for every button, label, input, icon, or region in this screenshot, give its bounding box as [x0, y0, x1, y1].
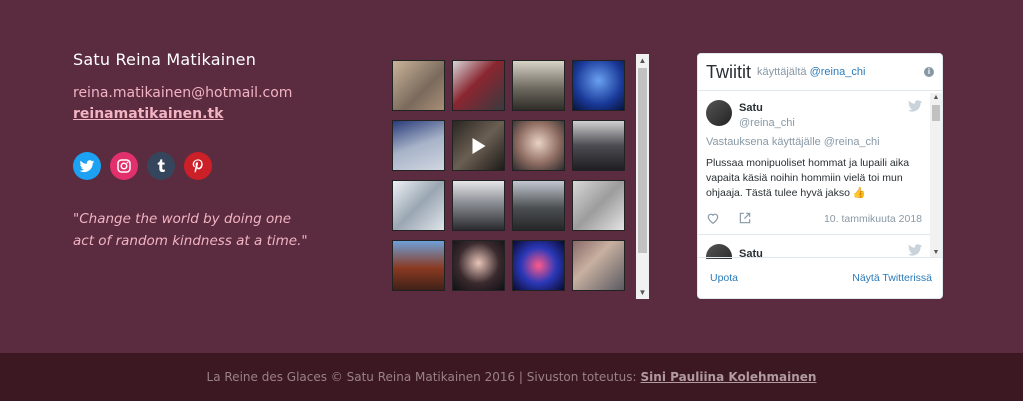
share-icon[interactable]	[738, 211, 752, 225]
tweet-divider	[698, 234, 930, 235]
twitter-title[interactable]: Twiitit	[706, 62, 751, 83]
photo-thumbnail[interactable]	[512, 180, 565, 231]
video-thumbnail[interactable]	[452, 120, 505, 171]
twitter-widget: Twiitit käyttäjältä @reina_chi i Satu @r…	[697, 53, 943, 299]
photo-thumbnail[interactable]	[452, 60, 505, 111]
twitter-by-prefix: käyttäjältä	[757, 66, 807, 78]
social-links	[73, 152, 333, 180]
view-on-twitter-link[interactable]: Näytä Twitterissä	[852, 272, 932, 284]
twitter-scrollbar[interactable]: ▲ ▼	[930, 93, 942, 257]
photo-thumbnail[interactable]	[392, 60, 445, 111]
scroll-down-icon[interactable]: ▼	[636, 286, 649, 299]
twitter-header: Twiitit käyttäjältä @reina_chi i	[698, 54, 942, 91]
heart-icon[interactable]	[706, 211, 720, 225]
photo-thumbnail[interactable]	[512, 60, 565, 111]
embed-link[interactable]: Upota	[710, 272, 738, 284]
twitter-by-handle[interactable]: @reina_chi	[810, 66, 866, 78]
photo-thumbnail[interactable]	[392, 240, 445, 291]
main-section: Satu Reina Matikainen reina.matikainen@h…	[0, 0, 1023, 353]
scroll-up-icon[interactable]: ▲	[930, 94, 942, 101]
website-link[interactable]: reinamatikainen.tk	[73, 106, 333, 122]
photo-thumbnail[interactable]	[572, 120, 625, 171]
tweet-date[interactable]: 10. tammikuuta 2018	[824, 213, 922, 225]
scroll-up-icon[interactable]: ▲	[636, 54, 649, 67]
footer-copyright: La Reine des Glaces © Satu Reina Matikai…	[206, 370, 637, 384]
photo-thumbnail[interactable]	[452, 240, 505, 291]
tweet-text: Plussaa monipuoliset hommat ja lupaili a…	[706, 157, 910, 199]
info-icon[interactable]: i	[924, 67, 934, 77]
scroll-thumb[interactable]	[638, 68, 647, 253]
photo-thumbnail[interactable]	[572, 240, 625, 291]
avatar[interactable]	[706, 100, 732, 126]
tweet-reply-context[interactable]: Vastauksena käyttäjälle @reina_chi	[706, 136, 880, 148]
footer-author-link[interactable]: Sini Pauliina Kolehmainen	[641, 370, 817, 384]
quote-text: "Change the world by doing one act of ra…	[73, 211, 308, 249]
play-icon[interactable]	[472, 137, 485, 154]
photo-thumbnail[interactable]	[392, 180, 445, 231]
photo-thumbnail[interactable]	[572, 180, 625, 231]
gallery-grid	[392, 60, 625, 291]
twitter-icon[interactable]	[73, 152, 101, 180]
photo-thumbnail[interactable]	[512, 120, 565, 171]
instagram-icon[interactable]	[110, 152, 138, 180]
photo-thumbnail[interactable]	[512, 240, 565, 291]
twitter-footer: Upota Näytä Twitterissä	[698, 257, 942, 298]
contact-name: Satu Reina Matikainen	[73, 50, 257, 69]
scroll-thumb[interactable]	[932, 105, 940, 121]
twitter-bird-icon[interactable]	[908, 100, 922, 112]
twitter-by: käyttäjältä @reina_chi	[757, 66, 865, 78]
contact-email[interactable]: reina.matikainen@hotmail.com	[73, 85, 333, 101]
tweet-author-handle[interactable]: @reina_chi	[739, 117, 795, 129]
photo-thumbnail[interactable]	[392, 120, 445, 171]
pinterest-icon[interactable]	[184, 152, 212, 180]
tweet-actions: 10. tammikuuta 2018	[706, 211, 922, 227]
tweet-author-name[interactable]: Satu	[739, 102, 763, 114]
site-footer: La Reine des Glaces © Satu Reina Matikai…	[0, 353, 1023, 401]
photo-thumbnail[interactable]	[452, 180, 505, 231]
gallery-scrollbar[interactable]: ▲ ▼	[636, 54, 649, 299]
instagram-gallery: ▲ ▼	[392, 54, 649, 299]
contact-block: Satu Reina Matikainen reina.matikainen@h…	[73, 50, 333, 252]
scroll-down-icon[interactable]: ▼	[930, 249, 942, 256]
photo-thumbnail[interactable]	[572, 60, 625, 111]
twitter-bird-icon[interactable]	[908, 244, 922, 256]
tweet-item: Satu @reina_chi Vastauksena käyttäjälle …	[706, 100, 922, 234]
tumblr-icon[interactable]	[147, 152, 175, 180]
tweet-timeline: Satu @reina_chi Vastauksena käyttäjälle …	[698, 91, 942, 259]
